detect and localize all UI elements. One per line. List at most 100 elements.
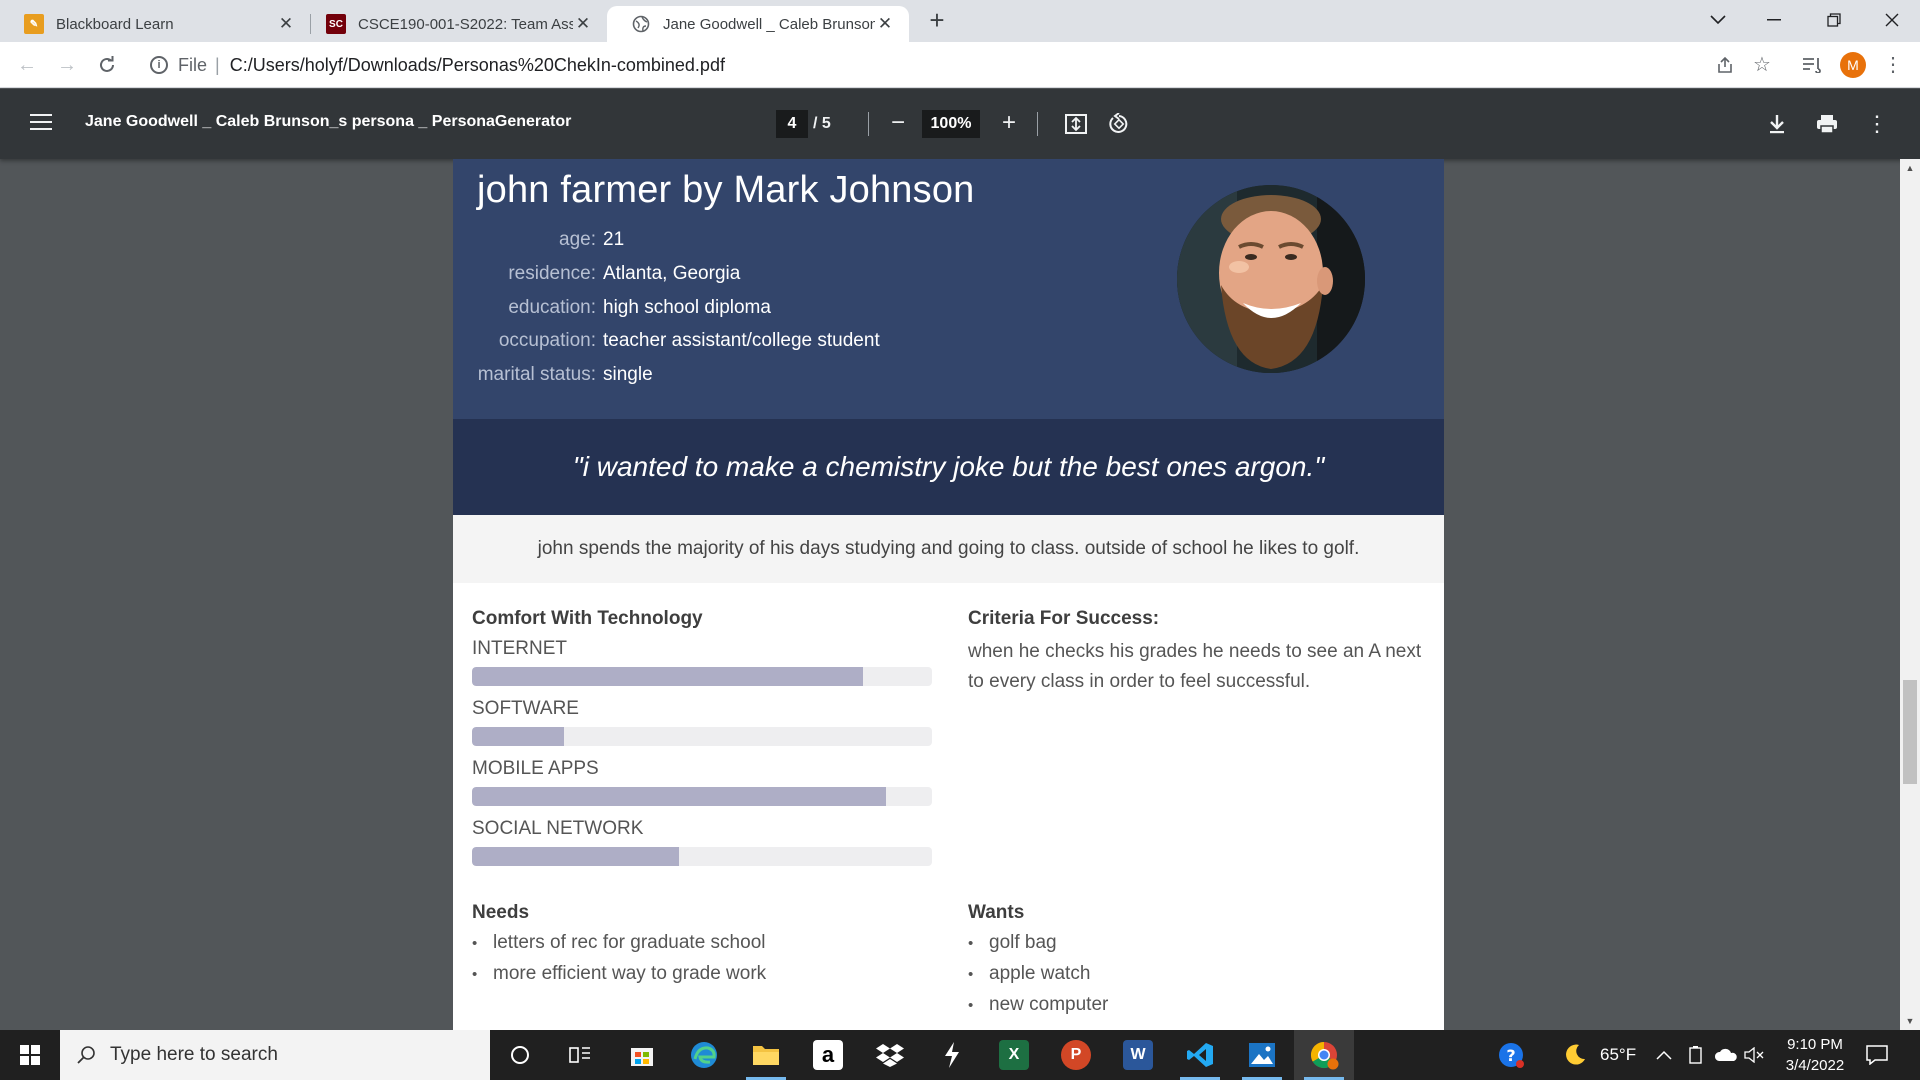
usc-icon: SC	[326, 14, 346, 34]
zoom-in-button[interactable]: +	[994, 109, 1024, 139]
taskbar-clock[interactable]: 9:10 PM 3/4/2022	[1760, 1034, 1870, 1076]
share-icon[interactable]	[1710, 50, 1740, 80]
tab-blackboard[interactable]: ✎ Blackboard Learn ✕	[0, 6, 310, 42]
cortana-icon[interactable]	[490, 1030, 550, 1080]
comfort-label-software: SOFTWARE	[472, 698, 579, 719]
menu-icon[interactable]	[30, 114, 52, 132]
comfort-label-mobile-apps: MOBILE APPS	[472, 758, 599, 779]
criteria-text: when he checks his grades he needs to se…	[968, 641, 1422, 692]
close-icon[interactable]: ✕	[573, 14, 593, 34]
comfort-bar-mobile-apps	[472, 787, 932, 806]
chevron-up-icon[interactable]	[1656, 1030, 1672, 1080]
windows-taskbar: Type here to search a X P W ? 65°F 9:10 …	[0, 1030, 1920, 1080]
profile-avatar[interactable]: M	[1840, 52, 1866, 78]
persona-bio: john spends the majority of his days stu…	[453, 515, 1444, 583]
comfort-bar-social-network	[472, 847, 932, 866]
search-icon	[76, 1045, 96, 1065]
pdf-page: john farmer by Mark Johnson age: 21 resi…	[453, 159, 1444, 1030]
fit-page-icon[interactable]	[1061, 109, 1091, 139]
clock-time: 9:10 PM	[1787, 1036, 1843, 1053]
close-window-icon[interactable]	[1864, 0, 1920, 40]
wants-heading: Wants	[968, 902, 1025, 923]
list-item: apple watch	[968, 959, 1108, 990]
restore-icon[interactable]	[1806, 0, 1862, 40]
zoom-out-button[interactable]: −	[883, 109, 913, 139]
chrome-icon[interactable]	[1294, 1030, 1354, 1080]
document-title: Jane Goodwell _ Caleb Brunson_s persona …	[85, 113, 572, 130]
site-info-icon[interactable]: i	[150, 56, 168, 74]
weather-moon-icon[interactable]	[1563, 1030, 1587, 1080]
reading-list-icon[interactable]	[1797, 50, 1827, 80]
tab-title: CSCE190-001-S2022: Team Assig	[358, 15, 573, 33]
vscode-icon[interactable]	[1170, 1030, 1230, 1080]
amazon-icon[interactable]: a	[798, 1030, 858, 1080]
back-icon[interactable]: ←	[12, 50, 42, 80]
rotate-icon[interactable]	[1104, 109, 1134, 139]
scroll-up-icon[interactable]: ▲	[1900, 160, 1920, 176]
tab-csce190[interactable]: SC CSCE190-001-S2022: Team Assig ✕	[302, 6, 607, 42]
microsoft-store-icon[interactable]	[612, 1030, 672, 1080]
more-actions-icon[interactable]: ⋮	[1862, 109, 1892, 139]
comfort-bar-software	[472, 727, 932, 746]
close-icon[interactable]: ✕	[875, 14, 895, 34]
scrollbar-thumb[interactable]	[1903, 680, 1917, 784]
reload-icon[interactable]	[92, 50, 122, 80]
bookmark-star-icon[interactable]: ☆	[1747, 50, 1777, 80]
criteria-heading: Criteria For Success:	[968, 608, 1160, 629]
download-icon[interactable]	[1762, 109, 1792, 139]
minimize-icon[interactable]	[1746, 0, 1802, 40]
browser-tab-strip: ✎ Blackboard Learn ✕ SC CSCE190-001-S202…	[0, 0, 1920, 42]
comfort-heading: Comfort With Technology	[472, 608, 703, 629]
needs-list: letters of rec for graduate school more …	[472, 928, 766, 990]
svg-text:?: ?	[1506, 1046, 1515, 1065]
onedrive-icon[interactable]	[1714, 1030, 1738, 1080]
search-placeholder: Type here to search	[110, 1044, 278, 1065]
windows-start-icon[interactable]	[0, 1030, 60, 1080]
tab-persona-pdf[interactable]: Jane Goodwell _ Caleb Brunson_s ✕	[607, 6, 909, 42]
list-item: new computer	[968, 990, 1108, 1021]
wants-list: golf bag apple watch new computer	[968, 928, 1108, 1021]
divider: |	[215, 54, 220, 75]
needs-heading: Needs	[472, 902, 530, 923]
edge-icon[interactable]	[674, 1030, 734, 1080]
list-item: golf bag	[968, 928, 1108, 959]
globe-icon	[631, 14, 651, 34]
page-number-input[interactable]: 4	[776, 110, 808, 138]
persona-name: john farmer by Mark Johnson	[477, 169, 975, 211]
list-item: letters of rec for graduate school	[472, 928, 766, 959]
persona-header: john farmer by Mark Johnson age: 21 resi…	[453, 159, 1444, 419]
new-tab-button[interactable]: +	[922, 6, 952, 36]
list-item: more efficient way to grade work	[472, 959, 766, 990]
clock-date: 3/4/2022	[1785, 1057, 1845, 1074]
more-menu-icon[interactable]: ⋮	[1878, 50, 1908, 80]
close-icon[interactable]: ✕	[276, 14, 296, 34]
word-icon[interactable]: W	[1108, 1030, 1168, 1080]
url-text[interactable]: C:/Users/holyf/Downloads/Personas%20Chek…	[230, 55, 725, 76]
file-explorer-icon[interactable]	[736, 1030, 796, 1080]
photos-icon[interactable]	[1232, 1030, 1292, 1080]
address-bar[interactable]: i File | C:/Users/holyf/Downloads/Person…	[140, 47, 1880, 83]
taskbar-search-input[interactable]: Type here to search	[60, 1030, 490, 1080]
powerpoint-icon[interactable]: P	[1046, 1030, 1106, 1080]
print-icon[interactable]	[1812, 109, 1842, 139]
lightning-app-icon[interactable]	[922, 1030, 982, 1080]
notifications-icon[interactable]	[1866, 1030, 1888, 1080]
persona-photo	[1177, 185, 1365, 373]
scroll-down-icon[interactable]: ▼	[1900, 1013, 1920, 1029]
blackboard-icon: ✎	[24, 14, 44, 34]
pdf-toolbar: Jane Goodwell _ Caleb Brunson_s persona …	[0, 89, 1920, 159]
zoom-level-input[interactable]: 100%	[922, 110, 980, 138]
weather-temperature[interactable]: 65°F	[1600, 1030, 1636, 1080]
persona-quote: "i wanted to make a chemistry joke but t…	[453, 419, 1444, 515]
help-icon[interactable]: ?	[1496, 1030, 1526, 1080]
tab-search-icon[interactable]	[1690, 0, 1746, 40]
dropbox-icon[interactable]	[860, 1030, 920, 1080]
task-view-icon[interactable]	[550, 1030, 610, 1080]
battery-icon[interactable]	[1688, 1030, 1704, 1080]
excel-icon[interactable]: X	[984, 1030, 1044, 1080]
tab-title: Blackboard Learn	[56, 15, 174, 33]
forward-icon[interactable]: →	[52, 50, 82, 80]
browser-toolbar: ← → i File | C:/Users/holyf/Downloads/Pe…	[0, 42, 1920, 88]
tab-title: Jane Goodwell _ Caleb Brunson_s	[663, 15, 875, 33]
vertical-scrollbar[interactable]	[1900, 159, 1920, 1030]
